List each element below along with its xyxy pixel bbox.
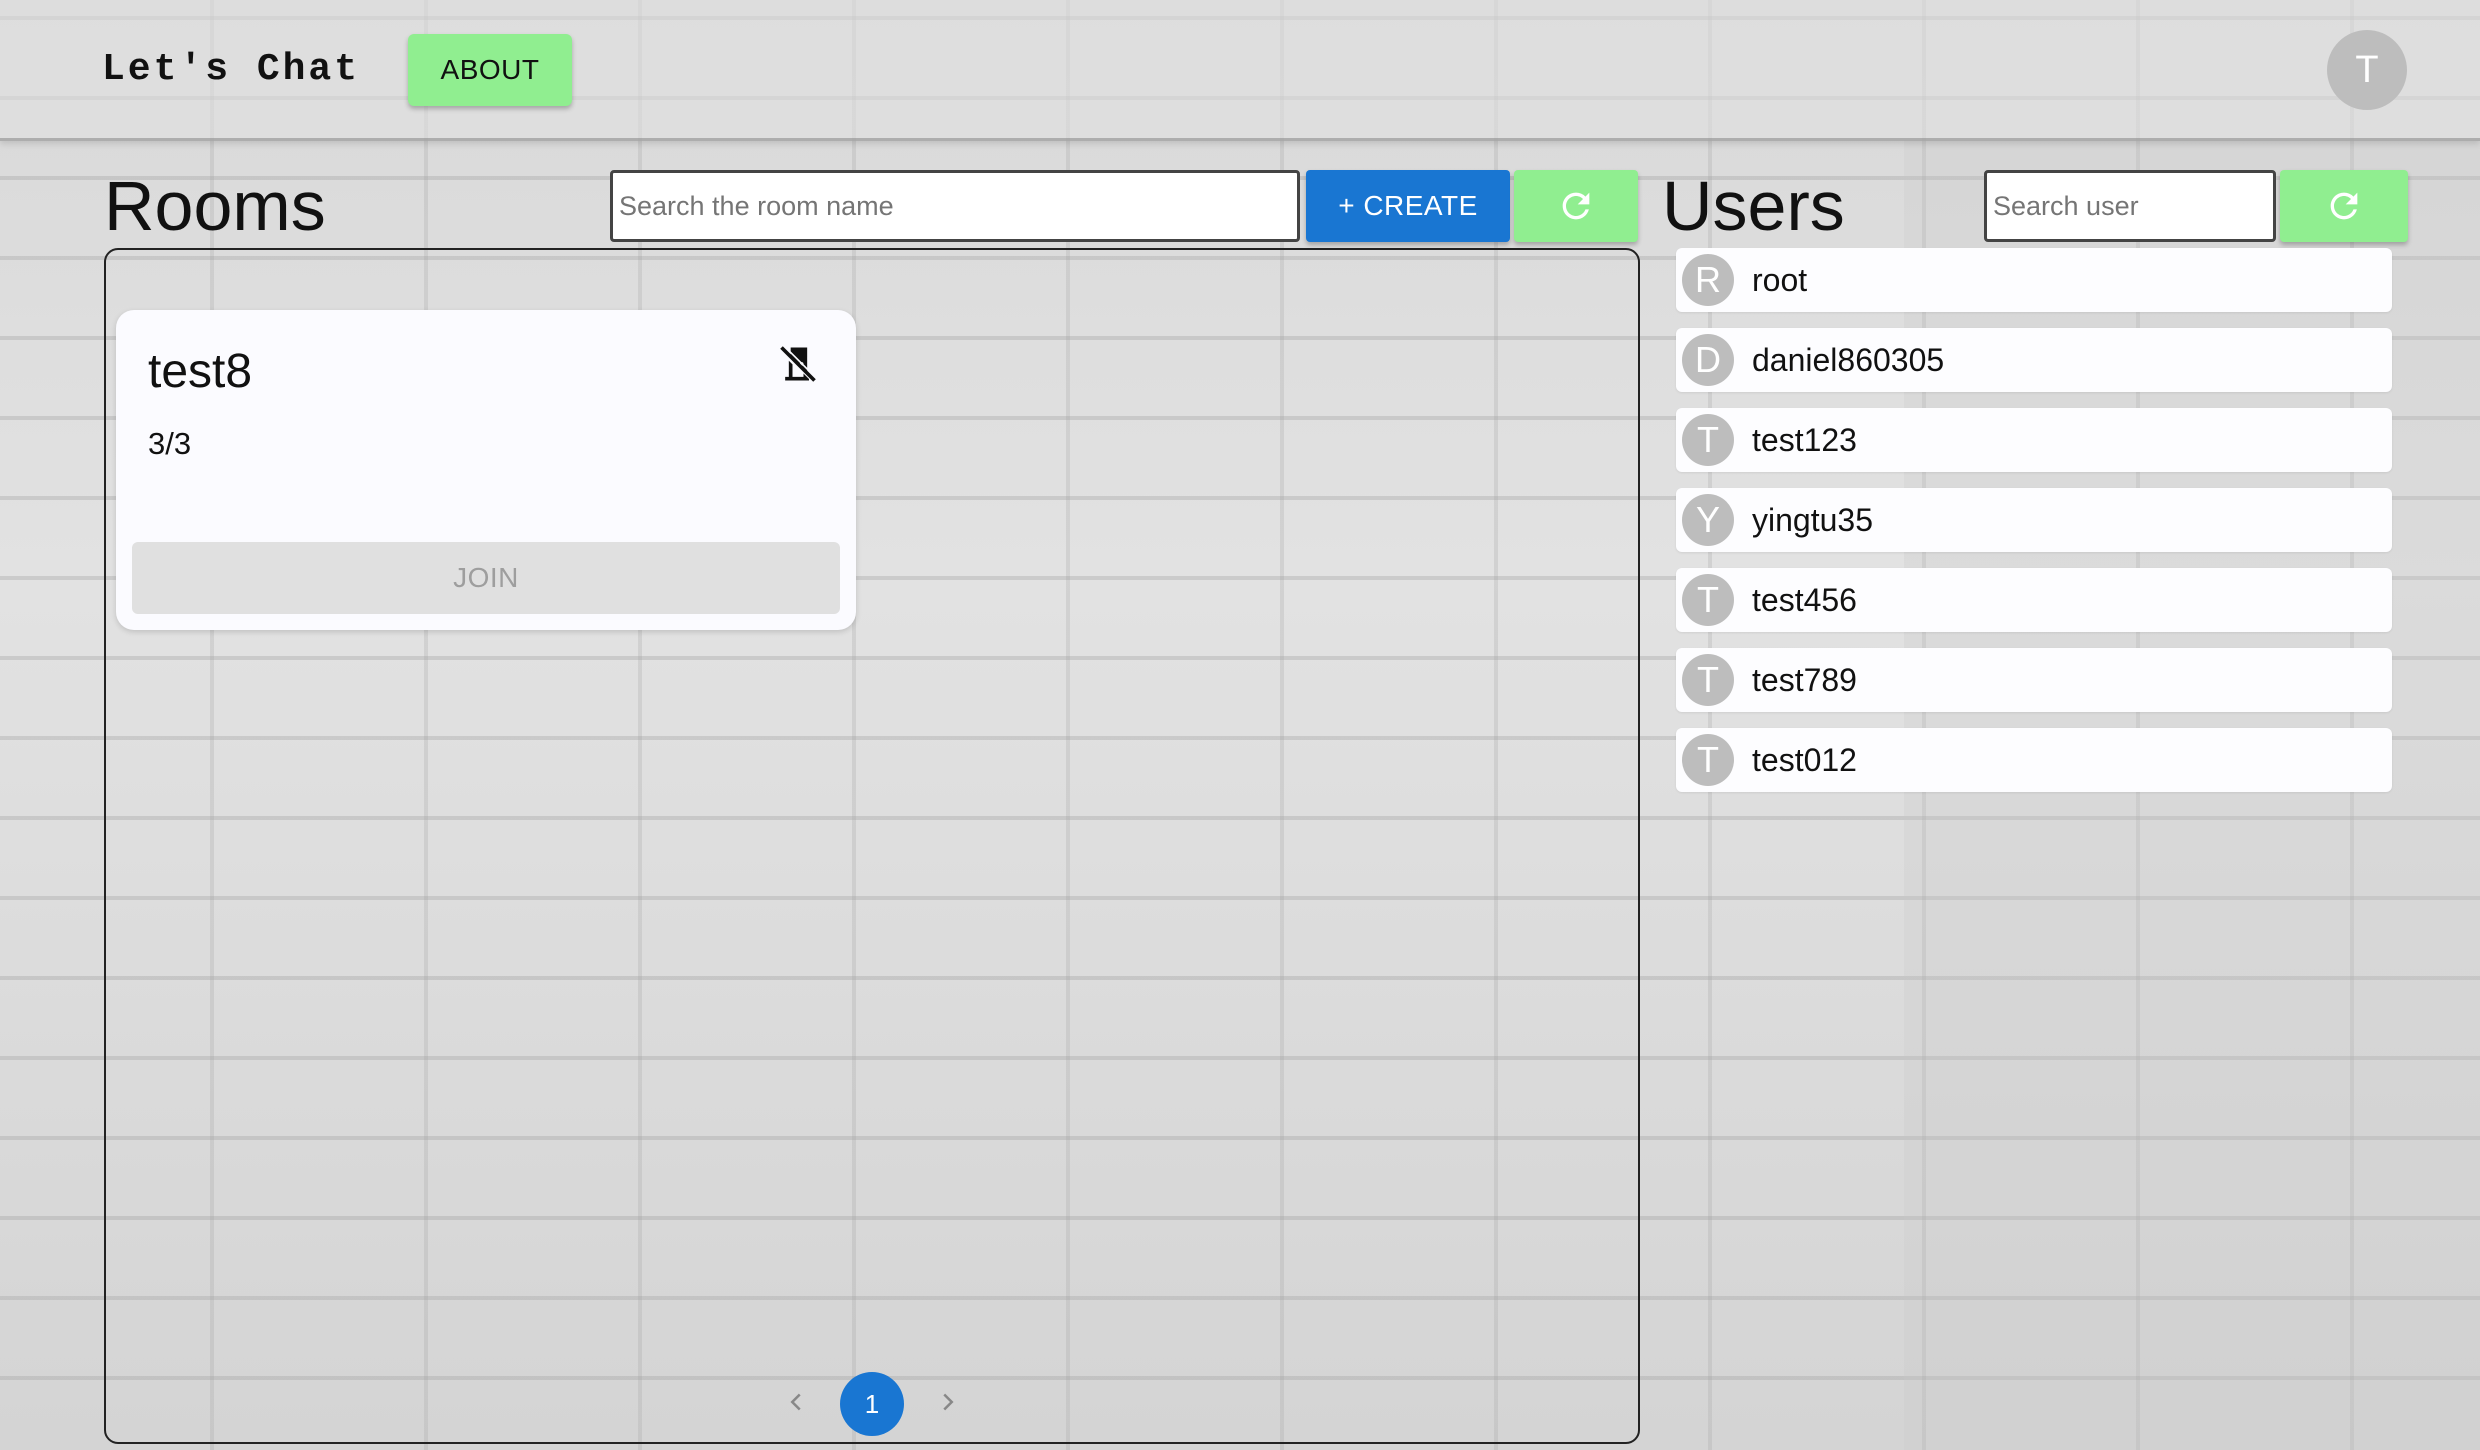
join-room-button[interactable]: JOIN [132, 542, 840, 614]
user-search-input[interactable] [1984, 170, 2276, 242]
about-button[interactable]: ABOUT [408, 34, 572, 106]
user-name: root [1752, 261, 1808, 298]
user-name: daniel860305 [1752, 341, 1945, 378]
rooms-title: Rooms [104, 167, 326, 245]
user-list-item[interactable]: T test789 [1676, 648, 2392, 712]
user-list-item[interactable]: R root [1676, 248, 2392, 312]
create-room-button[interactable]: + CREATE [1306, 170, 1510, 242]
user-list: R root D daniel860305 T test123 Y yingtu… [1676, 248, 2392, 808]
brand-title: Let's Chat [102, 48, 361, 91]
user-list-item[interactable]: T test012 [1676, 728, 2392, 792]
user-list-item[interactable]: T test456 [1676, 568, 2392, 632]
room-search-input[interactable] [610, 170, 1300, 242]
user-name: yingtu35 [1752, 501, 1873, 538]
chevron-right-icon [943, 1393, 954, 1411]
user-name: test456 [1752, 581, 1857, 618]
user-name: test123 [1752, 421, 1857, 458]
refresh-rooms-button[interactable] [1514, 170, 1638, 242]
pagination-prev-button[interactable] [776, 1382, 816, 1422]
avatar: R [1682, 254, 1734, 306]
room-name: test8 [148, 345, 253, 398]
user-name: test789 [1752, 661, 1857, 698]
avatar: T [1682, 654, 1734, 706]
app-bar: Let's Chat ABOUT T [0, 0, 2480, 141]
user-name: test012 [1752, 741, 1857, 778]
avatar: T [1682, 734, 1734, 786]
pagination-next-button[interactable] [928, 1382, 968, 1422]
no-entry-door-icon [780, 345, 817, 382]
refresh-users-button[interactable] [2280, 170, 2408, 242]
room-card: test8 3/3 JOIN [116, 310, 856, 630]
user-list-item[interactable]: T test123 [1676, 408, 2392, 472]
avatar: Y [1682, 494, 1734, 546]
avatar: D [1682, 334, 1734, 386]
user-list-item[interactable]: Y yingtu35 [1676, 488, 2392, 552]
pagination-page-button[interactable]: 1 [840, 1372, 904, 1436]
avatar: T [1682, 574, 1734, 626]
refresh-icon [1562, 192, 1590, 220]
avatar: T [1682, 414, 1734, 466]
chevron-left-icon [790, 1393, 801, 1411]
users-title: Users [1662, 167, 1845, 245]
refresh-icon [2330, 192, 2358, 220]
room-occupancy: 3/3 [148, 426, 192, 461]
user-avatar[interactable]: T [2327, 30, 2407, 110]
user-list-item[interactable]: D daniel860305 [1676, 328, 2392, 392]
